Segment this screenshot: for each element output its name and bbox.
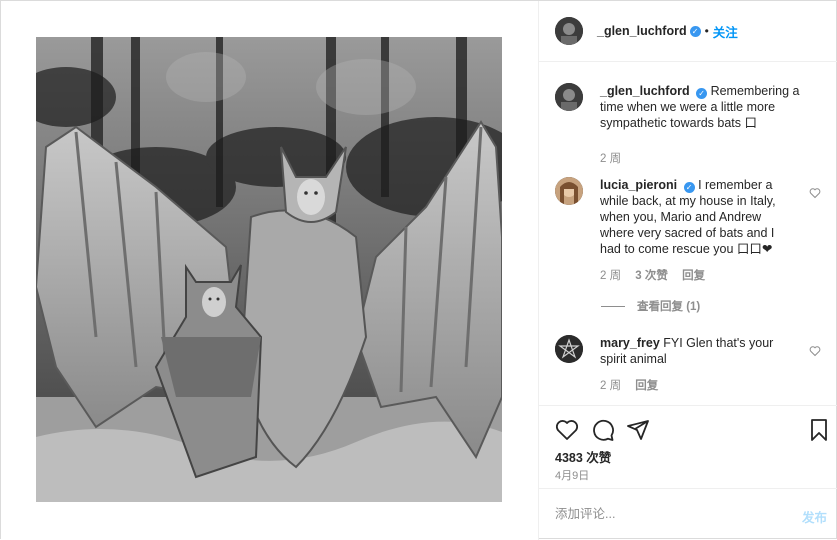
- comment-username[interactable]: mary_frey: [600, 336, 660, 350]
- photo-pane: [1, 1, 538, 540]
- add-comment-input[interactable]: [555, 503, 775, 525]
- post-sidebar: _glen_luchford ✓ • 关注 _glen_luchford ✓ R…: [538, 1, 837, 540]
- post-dialog: _glen_luchford ✓ • 关注 _glen_luchford ✓ R…: [0, 0, 837, 540]
- avatar-image: [555, 17, 583, 45]
- comment-body: lucia_pieroni ✓ I remember a while back,…: [600, 177, 785, 284]
- comment-meta: 2 周 3 次赞 回复: [600, 268, 785, 284]
- avatar-image: [555, 83, 583, 111]
- replies-divider: [601, 305, 625, 307]
- heart-outline-icon[interactable]: [809, 187, 821, 199]
- likes-count[interactable]: 4383 次赞: [555, 447, 611, 466]
- comment-item: mary_frey FYI Glen that's your spirit an…: [555, 335, 825, 394]
- author-avatar[interactable]: [555, 17, 583, 45]
- author-username[interactable]: _glen_luchford: [597, 24, 687, 38]
- comment-time[interactable]: 2 周: [600, 270, 621, 282]
- view-replies-label: 查看回复 (1): [637, 301, 701, 313]
- commenter-avatar[interactable]: [555, 335, 583, 363]
- comment-username[interactable]: lucia_pieroni: [600, 178, 677, 192]
- bookmark-icon[interactable]: [807, 418, 831, 442]
- comment-likes[interactable]: 3 次赞: [635, 270, 668, 282]
- heart-outline-icon[interactable]: [809, 345, 821, 357]
- verified-badge-icon: ✓: [696, 88, 708, 99]
- follow-button[interactable]: 关注: [713, 22, 738, 41]
- verified-badge-icon: ✓: [683, 182, 695, 193]
- share-icon[interactable]: [626, 418, 650, 442]
- heart-icon[interactable]: [555, 418, 579, 442]
- avatar-image: [555, 335, 583, 363]
- comment-time[interactable]: 2 周: [600, 380, 621, 392]
- caption-avatar[interactable]: [555, 83, 583, 111]
- comment-composer: 发布: [539, 488, 837, 540]
- reply-button[interactable]: 回复: [682, 270, 705, 282]
- caption-username[interactable]: _glen_luchford: [600, 84, 690, 98]
- view-replies-button[interactable]: 查看回复 (1): [601, 298, 700, 314]
- verified-badge-icon: ✓: [689, 25, 701, 37]
- reply-button[interactable]: 回复: [635, 380, 658, 392]
- actions-bar: 4383 次赞 4月9日: [539, 405, 837, 488]
- post-comment-button[interactable]: 发布: [802, 507, 827, 526]
- avatar-image: [555, 177, 583, 205]
- bat-statue-photo: [36, 37, 502, 502]
- header-separator: •: [704, 24, 709, 38]
- comment-item: lucia_pieroni ✓ I remember a while back,…: [555, 177, 825, 284]
- comment-icon[interactable]: [591, 418, 615, 442]
- caption-meta: 2 周: [600, 151, 800, 167]
- post-date: 4月9日: [555, 470, 590, 482]
- comment-meta: 2 周 回复: [600, 378, 785, 394]
- post-photo[interactable]: [36, 37, 502, 502]
- post-header: _glen_luchford ✓ • 关注: [539, 1, 837, 62]
- caption-time[interactable]: 2 周: [600, 153, 621, 165]
- comments-list[interactable]: _glen_luchford ✓ Remembering a time when…: [539, 62, 837, 405]
- comment-body: mary_frey FYI Glen that's your spirit an…: [600, 335, 785, 394]
- caption-body: _glen_luchford ✓ Remembering a time when…: [600, 83, 800, 167]
- commenter-avatar[interactable]: [555, 177, 583, 205]
- caption-item: _glen_luchford ✓ Remembering a time when…: [555, 83, 825, 167]
